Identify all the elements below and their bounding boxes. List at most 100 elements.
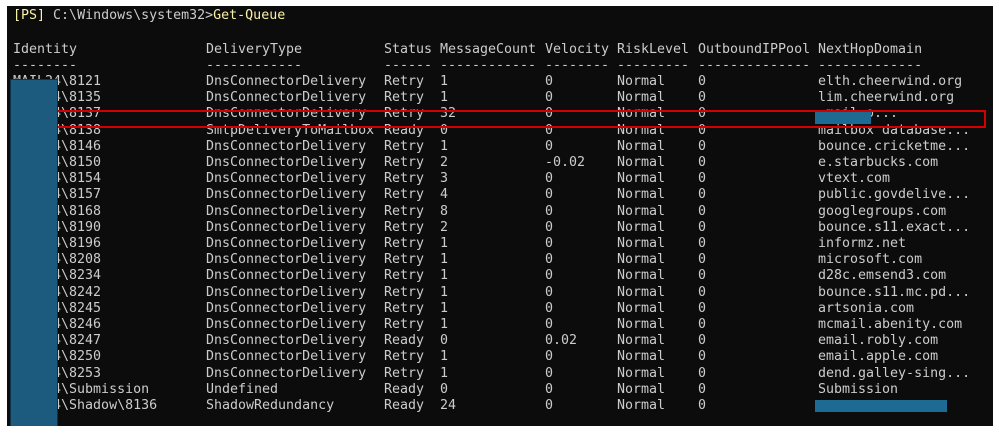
cell-outbound-ip-pool: 0 (698, 236, 707, 251)
cell-message-count: 1 (440, 349, 449, 365)
cell-status: Retry (384, 317, 425, 332)
cell-outbound-ip-pool: 0 (698, 349, 707, 365)
cell-risk-level: Normal (617, 317, 666, 332)
cell-status: Retry (384, 252, 425, 268)
cell-outbound-ip-pool: 0 (698, 398, 707, 413)
cell-velocity: 0.02 (545, 333, 578, 349)
cell-message-count: 24 (440, 398, 457, 413)
cell-status: Ready (384, 333, 425, 349)
redaction-block (815, 400, 947, 412)
cell-message-count: 0 (440, 381, 449, 397)
cell-delivery-type: DnsConnectorDelivery (206, 138, 367, 154)
cell-status: Retry (384, 74, 425, 89)
cell-next-hop-domain: googlegroups.com (818, 203, 947, 219)
cell-risk-level: Normal (617, 365, 666, 381)
table-row: MAIL24\Submission Undefined Ready 0 0 Normal 0… (7, 382, 993, 398)
cell-delivery-type: DnsConnectorDelivery (206, 349, 367, 365)
cell-outbound-ip-pool: 0 (698, 300, 707, 316)
cell-status: Ready (384, 398, 425, 413)
cell-status: Retry (384, 90, 425, 106)
cell-outbound-ip-pool: 0 (698, 333, 707, 349)
cell-status: Retry (384, 219, 425, 235)
separator-identity: -------- (13, 58, 78, 73)
cell-risk-level: Normal (617, 90, 666, 106)
cell-status: Retry (384, 349, 425, 365)
cell-outbound-ip-pool: 0 (698, 381, 707, 397)
cell-risk-level: Normal (617, 333, 666, 349)
table-row: MAIL24\8168DnsConnectorDeliveryRetry80No… (7, 204, 993, 220)
cell-velocity: 0 (545, 74, 554, 89)
cell-delivery-type: DnsConnectorDelivery (206, 219, 367, 235)
cell-message-count: 1 (440, 365, 449, 381)
cell-next-hop-domain: microsoft.com (818, 252, 923, 268)
header-status: Status (384, 42, 433, 57)
command-prompt: [PS] C:\Windows\system32>Get-Queue (13, 8, 285, 24)
cell-velocity: 0 (545, 171, 554, 187)
cell-velocity: 0 (545, 398, 554, 413)
table-row: MAIL24\8234DnsConnectorDeliveryRetry10No… (7, 268, 993, 284)
cell-delivery-type: DnsConnectorDelivery (206, 155, 367, 170)
cell-message-count: 2 (440, 219, 449, 235)
cell-status: Retry (384, 300, 425, 316)
cell-delivery-type: DnsConnectorDelivery (206, 236, 367, 251)
cell-risk-level: Normal (617, 268, 666, 284)
header-delivery-type: DeliveryType (206, 42, 303, 57)
cell-next-hop-domain: vtext.com (818, 171, 891, 187)
cell-velocity: 0 (545, 381, 554, 397)
table-separator: -------- ------------ ------ -----------… (7, 58, 993, 74)
cell-next-hop-domain: mcmail.abenity.com (818, 317, 963, 332)
cell-velocity: 0 (545, 90, 554, 106)
cell-message-count: 1 (440, 74, 449, 89)
cell-outbound-ip-pool: 0 (698, 171, 707, 187)
cell-velocity: 0 (545, 219, 554, 235)
separator-status: ------ (384, 58, 433, 73)
separator-outbound-ip-pool: -------------- (698, 58, 811, 73)
cell-delivery-type: DnsConnectorDelivery (206, 300, 367, 316)
cell-next-hop-domain: e.starbucks.com (818, 155, 939, 170)
cell-delivery-type: DnsConnectorDelivery (206, 317, 367, 332)
cell-velocity: 0 (545, 300, 554, 316)
cell-message-count: 1 (440, 317, 449, 332)
cell-message-count: 1 (440, 236, 449, 251)
cell-outbound-ip-pool: 0 (698, 284, 707, 300)
cell-outbound-ip-pool: 0 (698, 252, 707, 268)
cell-delivery-type: Undefined (206, 381, 279, 397)
cell-outbound-ip-pool: 0 (698, 74, 707, 89)
cell-risk-level: Normal (617, 138, 666, 154)
table-row: MAIL24\8250DnsConnectorDeliveryRetry10No… (7, 349, 993, 365)
cell-next-hop-domain: Submission (818, 381, 899, 397)
cell-delivery-type: DnsConnectorDelivery (206, 203, 367, 219)
cell-risk-level: Normal (617, 300, 666, 316)
cell-delivery-type: DnsConnectorDelivery (206, 252, 367, 268)
highlighted-row-outline (56, 110, 986, 128)
cell-delivery-type: DnsConnectorDelivery (206, 284, 367, 300)
cell-velocity: -0.02 (545, 155, 586, 170)
cell-delivery-type: DnsConnectorDelivery (206, 365, 367, 381)
cell-next-hop-domain: bounce.cricketme... (818, 138, 971, 154)
cell-delivery-type: DnsConnectorDelivery (206, 333, 367, 349)
table-row: MAIL24\8150DnsConnectorDeliveryRetry2-0.… (7, 155, 993, 171)
header-message-count: MessageCount (440, 42, 537, 57)
header-next-hop-domain: NextHopDomain (818, 42, 923, 57)
cell-risk-level: Normal (617, 187, 666, 203)
cell-next-hop-domain: bounce.s11.mc.pd... (818, 284, 971, 300)
table-row: MAIL24\8245DnsConnectorDeliveryRetry10No… (7, 301, 993, 317)
cell-next-hop-domain: d28c.emsend3.com (818, 268, 947, 284)
cell-next-hop-domain: bounce.s11.exact... (818, 219, 971, 235)
table-row: MAIL24\8154DnsConnectorDeliveryRetry30No… (7, 171, 993, 187)
table-row: MAIL24\8135DnsConnectorDeliveryRetry10No… (7, 90, 993, 106)
cell-velocity: 0 (545, 252, 554, 268)
separator-velocity: -------- (545, 58, 610, 73)
cell-risk-level: Normal (617, 381, 666, 397)
table-row: MAIL24\8208DnsConnectorDeliveryRetry10No… (7, 252, 993, 268)
cell-outbound-ip-pool: 0 (698, 268, 707, 284)
cell-risk-level: Normal (617, 252, 666, 268)
cell-next-hop-domain: dend.galley-sing... (818, 365, 971, 381)
redaction-block (10, 79, 58, 426)
powershell-console[interactable]: [PS] C:\Windows\system32>Get-Queue Ident… (7, 6, 993, 426)
cell-delivery-type: ShadowRedundancy (206, 398, 335, 413)
cell-outbound-ip-pool: 0 (698, 187, 707, 203)
cell-next-hop-domain: email.apple.com (818, 349, 939, 365)
table-row: MAIL24\8242DnsConnectorDeliveryRetry10No… (7, 285, 993, 301)
cell-status: Retry (384, 236, 425, 251)
